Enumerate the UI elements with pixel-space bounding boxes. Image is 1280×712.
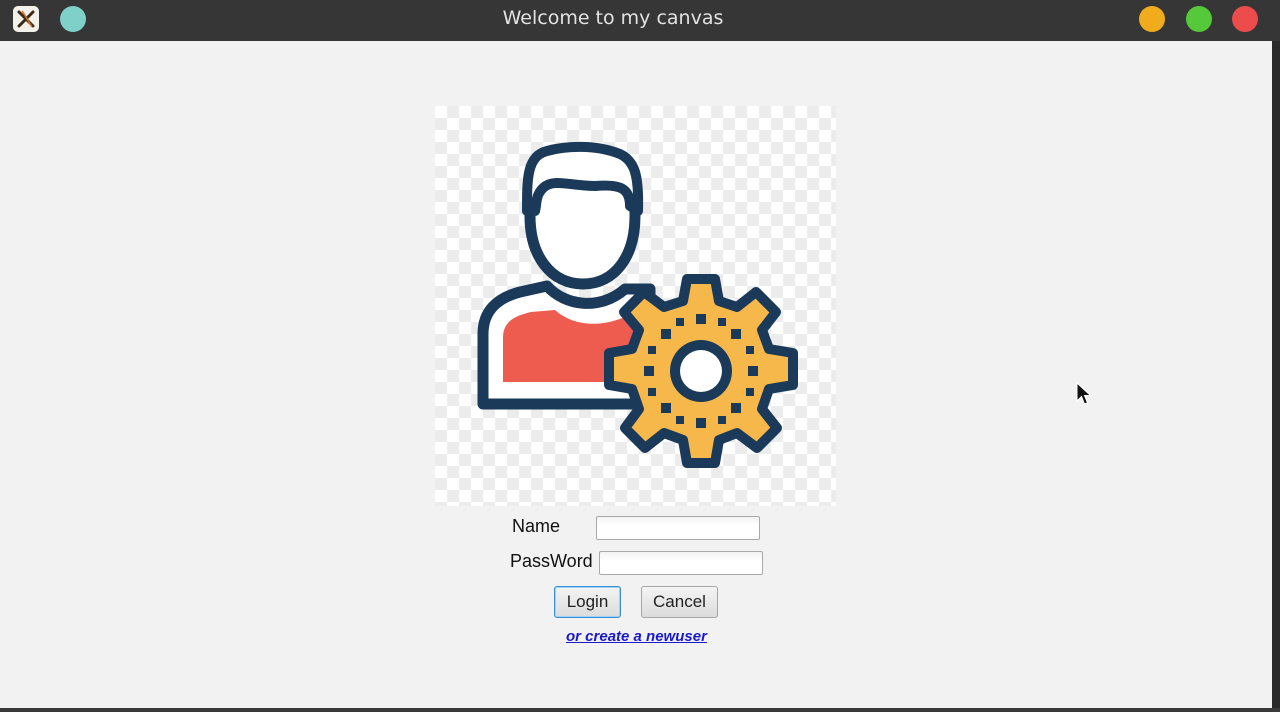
window-edge <box>1272 41 1280 712</box>
password-label: PassWord <box>510 551 593 571</box>
window-title: Welcome to my canvas <box>502 7 724 29</box>
window-edge-bottom <box>0 708 1280 712</box>
name-field[interactable] <box>596 516 760 540</box>
minimize-button[interactable] <box>1139 6 1165 32</box>
maximize-button[interactable] <box>1186 6 1212 32</box>
login-button[interactable]: Login <box>554 586 621 618</box>
password-field[interactable] <box>599 551 763 575</box>
user-gear-icon <box>435 106 836 506</box>
name-label: Name <box>512 516 561 536</box>
mouse-pointer-icon <box>1076 381 1092 410</box>
title-bar: Welcome to my canvas <box>0 0 1280 41</box>
cancel-button[interactable]: Cancel <box>641 586 718 618</box>
close-button[interactable] <box>1232 6 1258 32</box>
create-user-link[interactable]: or create a newuser <box>566 628 707 645</box>
